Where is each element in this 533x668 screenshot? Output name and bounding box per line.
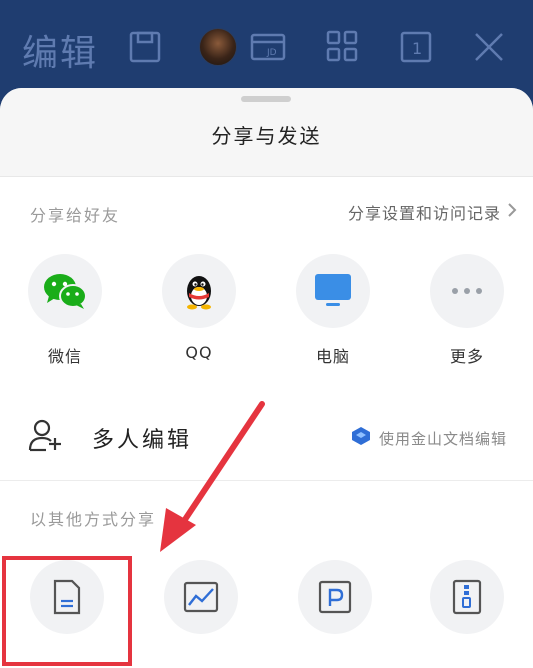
red-arrow	[160, 401, 265, 552]
